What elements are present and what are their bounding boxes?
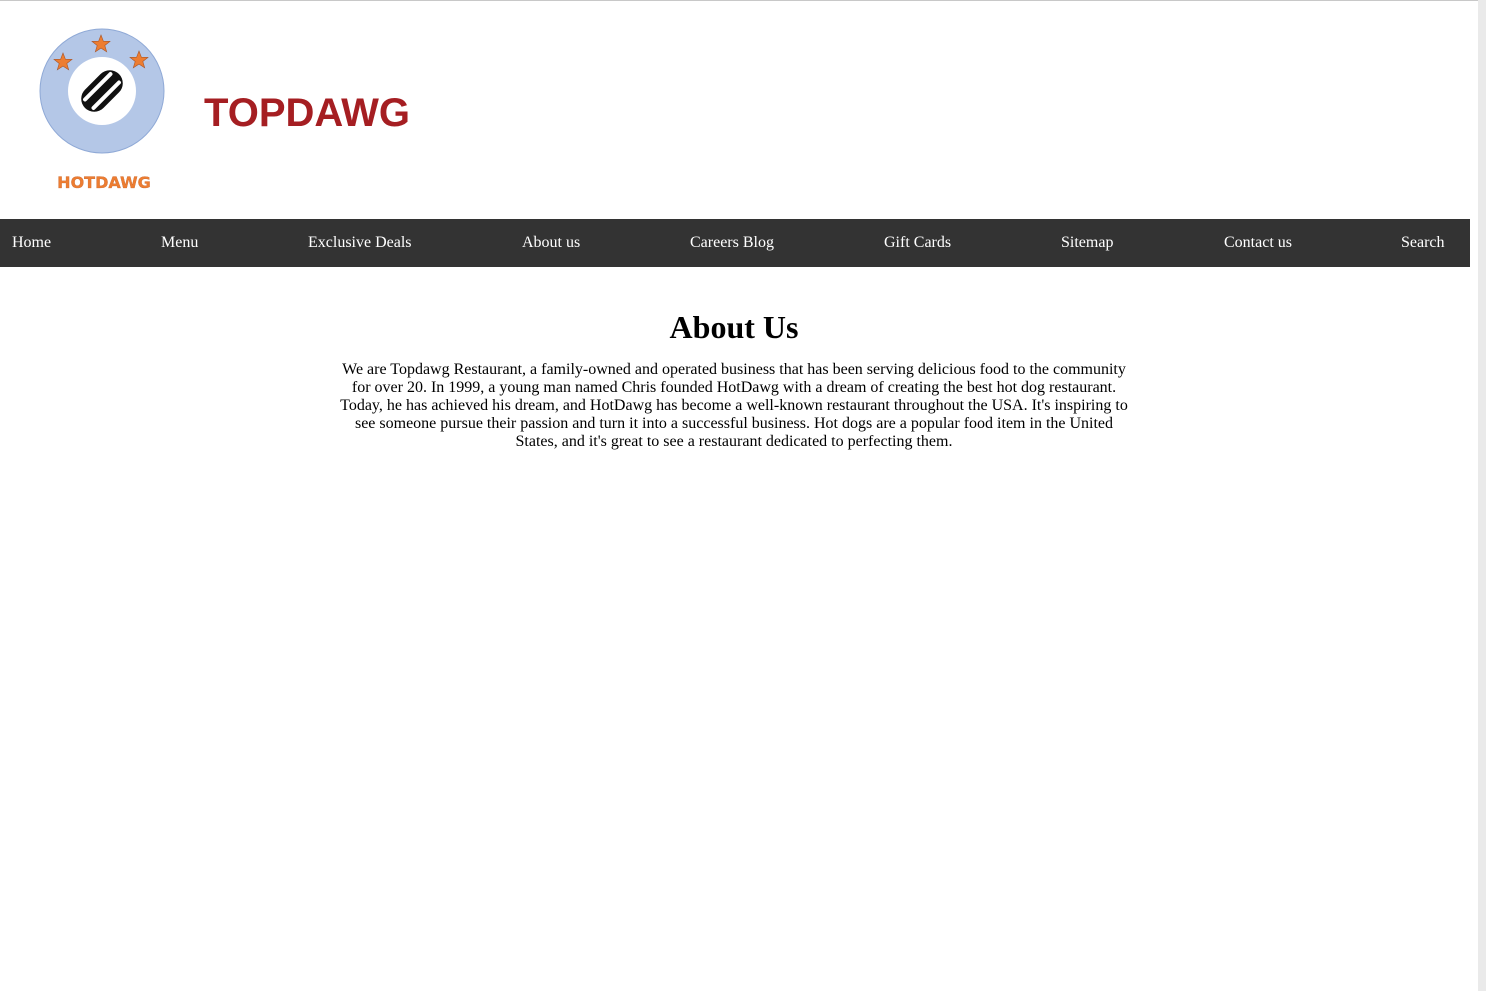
nav-careers-blog[interactable]: Careers Blog [690, 219, 774, 267]
about-paragraph: We are Topdawg Restaurant, a family-owne… [340, 361, 1128, 450]
nav-search[interactable]: Search [1401, 219, 1445, 267]
nav-sitemap[interactable]: Sitemap [1061, 219, 1113, 267]
about-heading: About Us [669, 309, 799, 345]
nav-exclusive-deals[interactable]: Exclusive Deals [308, 219, 412, 267]
nav-about-us[interactable]: About us [522, 219, 580, 267]
nav-gift-cards[interactable]: Gift Cards [884, 219, 951, 267]
site-title: TOPDAWG [204, 91, 410, 135]
page: HOTDAWG TOPDAWG Home Menu Exclusive Deal… [0, 0, 1489, 991]
nav-contact-us[interactable]: Contact us [1224, 219, 1292, 267]
scrollbar[interactable] [1478, 0, 1489, 991]
nav-menu[interactable]: Menu [161, 219, 198, 267]
logo-text: HOTDAWG [57, 173, 151, 192]
main-navigation: Home Menu Exclusive Deals About us Caree… [0, 219, 1470, 267]
nav-home[interactable]: Home [12, 219, 51, 267]
hotdawg-logo[interactable]: HOTDAWG [38, 27, 168, 197]
site-header: HOTDAWG TOPDAWG [0, 1, 1470, 219]
